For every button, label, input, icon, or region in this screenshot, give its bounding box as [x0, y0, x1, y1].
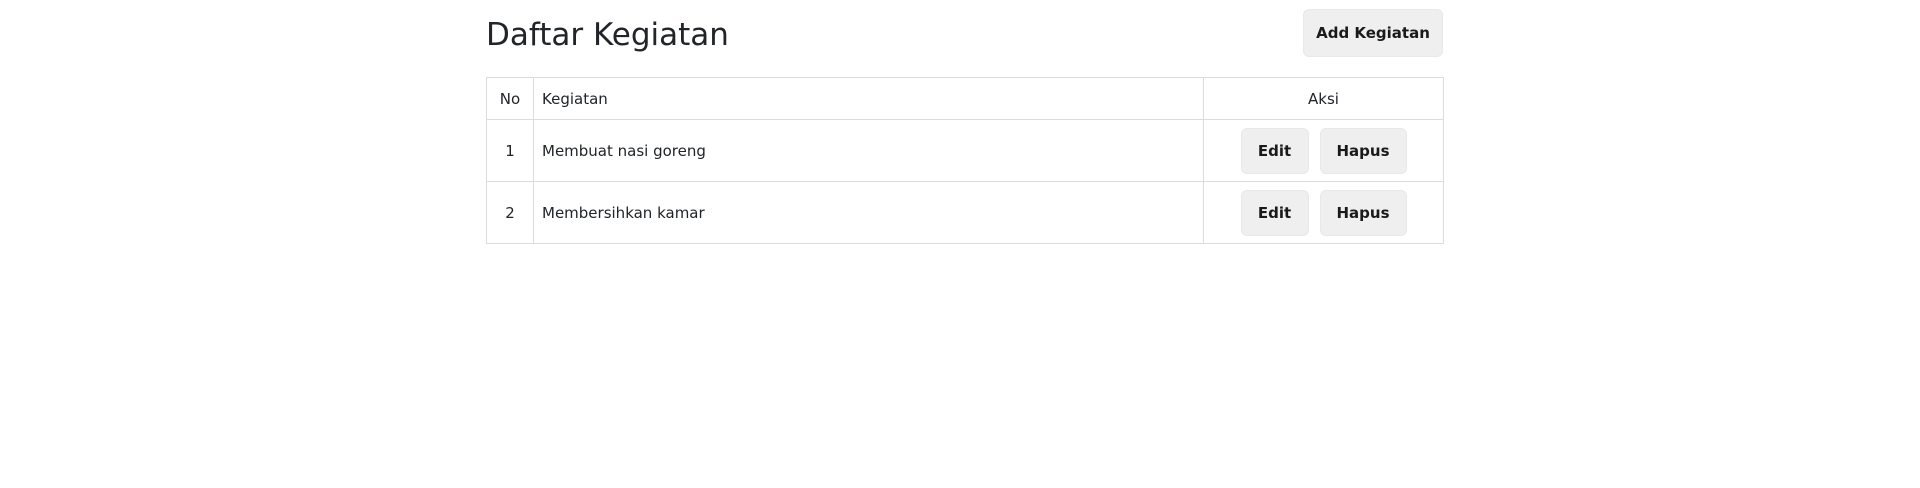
- row-actions-group: Edit Hapus: [1205, 127, 1442, 174]
- edit-button[interactable]: Edit: [1240, 189, 1309, 236]
- kegiatan-table: No Kegiatan Aksi 1 Membuat nasi goreng E…: [486, 77, 1444, 244]
- page-title: Daftar Kegiatan: [486, 17, 729, 53]
- column-header-aksi: Aksi: [1203, 77, 1444, 120]
- row-kegiatan: Membuat nasi goreng: [533, 119, 1204, 182]
- row-actions: Edit Hapus: [1203, 181, 1444, 244]
- row-number: 2: [486, 181, 534, 244]
- table-row: 1 Membuat nasi goreng Edit Hapus: [486, 119, 1444, 182]
- delete-button[interactable]: Hapus: [1319, 127, 1407, 174]
- row-actions: Edit Hapus: [1203, 119, 1444, 182]
- delete-button[interactable]: Hapus: [1319, 189, 1407, 236]
- row-actions-group: Edit Hapus: [1205, 189, 1442, 236]
- page-header: Daftar Kegiatan Add Kegiatan: [486, 0, 1443, 77]
- add-kegiatan-button[interactable]: Add Kegiatan: [1303, 9, 1443, 57]
- column-header-no: No: [486, 77, 534, 120]
- column-header-kegiatan: Kegiatan: [533, 77, 1204, 120]
- table-row: 2 Membersihkan kamar Edit Hapus: [486, 181, 1444, 244]
- main-container: Daftar Kegiatan Add Kegiatan No Kegiatan…: [486, 0, 1444, 244]
- row-number: 1: [486, 119, 534, 182]
- row-kegiatan: Membersihkan kamar: [533, 181, 1204, 244]
- table-header-row: No Kegiatan Aksi: [486, 77, 1444, 120]
- edit-button[interactable]: Edit: [1240, 127, 1309, 174]
